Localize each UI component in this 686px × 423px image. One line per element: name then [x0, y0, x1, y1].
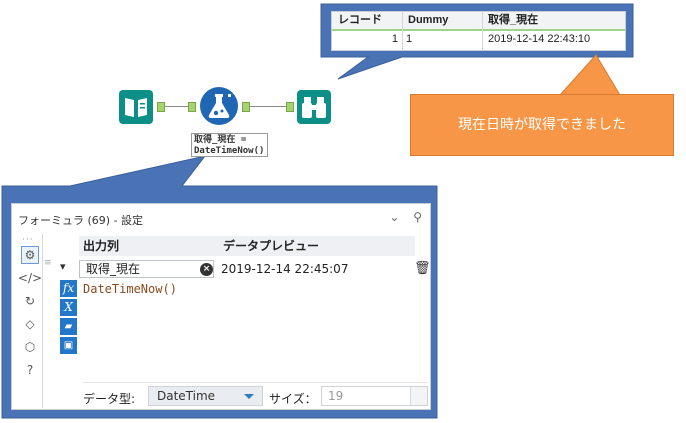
field-type-bar: データ型: DateTime サイズ： 19	[83, 382, 428, 409]
output-field-select[interactable]: 取得_現在	[79, 260, 214, 278]
drag-handle-icon[interactable]: ≡	[44, 258, 54, 272]
note-pointer	[558, 54, 621, 96]
pin-icon[interactable]: ⚲	[413, 210, 422, 224]
header-dummy: Dummy	[408, 14, 449, 26]
grid-divider	[482, 12, 483, 50]
cell-record: 1	[391, 33, 398, 45]
data-type-select[interactable]: DateTime	[148, 386, 263, 406]
book-icon	[119, 90, 153, 124]
save-icon[interactable]: ▣	[60, 337, 77, 354]
config-panel: フォーミュラ (69) - 設定 ⌄ ⚲ ··· ⚙ </> ↻ ◇ ⬡ ? 出…	[11, 203, 431, 410]
tag-icon[interactable]: ◇	[21, 315, 39, 333]
input-anchor[interactable]	[286, 102, 294, 112]
header-record: レコード	[338, 14, 382, 26]
output-anchor[interactable]	[242, 102, 250, 112]
connection-line	[250, 106, 286, 107]
flask-icon	[200, 87, 238, 125]
folder-icon[interactable]: ▰	[60, 318, 77, 335]
chevron-down-icon[interactable]: ▾	[60, 260, 66, 273]
col-header-preview: データプレビュー	[217, 236, 415, 256]
spinner-icon[interactable]	[410, 387, 427, 405]
binoculars-icon	[297, 90, 331, 124]
connection-line	[165, 106, 188, 107]
output-anchor[interactable]	[157, 102, 165, 112]
code-icon[interactable]: </>	[18, 269, 42, 287]
formula-editor: 出力列 データプレビュー ≡ ▾ 取得_現在 × 2019-12-14 22:4…	[42, 234, 431, 409]
expression-editor[interactable]: DateTimeNow()	[83, 282, 177, 296]
dots-icon: ···	[22, 235, 34, 245]
chevron-down-icon[interactable]: ⌄	[389, 210, 399, 224]
data-type-label: データ型:	[83, 392, 136, 406]
gear-icon[interactable]: ⚙	[21, 246, 39, 264]
grid-divider	[402, 12, 403, 50]
result-grid-header: レコード Dummy 取得_現在	[332, 12, 625, 31]
input-tool[interactable]	[118, 89, 154, 128]
trash-icon[interactable]: 🗑	[414, 261, 431, 276]
formula-tool[interactable]	[199, 86, 239, 129]
preview-value: 2019-12-14 22:45:07	[221, 262, 349, 276]
help-icon[interactable]: ?	[21, 361, 39, 379]
variable-icon[interactable]: X	[60, 299, 77, 316]
cell-dummy: 1	[406, 33, 413, 45]
formula-annotation: 取得_現在 = DateTimeNow()	[191, 133, 268, 157]
dropdown-arrow-icon	[244, 394, 254, 399]
size-label: サイズ：	[269, 392, 317, 406]
function-icon[interactable]: fx	[60, 280, 77, 297]
data-type-value: DateTime	[157, 389, 216, 403]
size-input[interactable]: 19	[321, 386, 428, 406]
cube-icon[interactable]: ⬡	[21, 338, 39, 356]
result-grid: レコード Dummy 取得_現在 1 1 2019-12-14 22:43:10	[331, 11, 626, 51]
side-toolbar: ⚙ </> ↻ ◇ ⬡ ?	[18, 246, 42, 406]
header-value: 取得_現在	[488, 14, 539, 26]
annotation-line: 取得_現在 = DateTimeNow()	[194, 135, 265, 156]
panel-title-icons: ⌄ ⚲	[389, 210, 422, 224]
connection-icon[interactable]: ↻	[21, 292, 39, 310]
col-header-output: 出力列	[79, 236, 218, 256]
browse-tool[interactable]	[296, 89, 332, 128]
close-icon[interactable]: ×	[200, 263, 213, 276]
input-anchor[interactable]	[188, 102, 196, 112]
expression-toolbar: fx X ▰ ▣	[60, 280, 77, 356]
panel-title: フォーミュラ (69) - 設定	[18, 214, 144, 227]
result-note: 現在日時が取得できました	[410, 94, 674, 156]
size-value: 19	[328, 389, 344, 403]
cell-value: 2019-12-14 22:43:10	[488, 33, 591, 45]
